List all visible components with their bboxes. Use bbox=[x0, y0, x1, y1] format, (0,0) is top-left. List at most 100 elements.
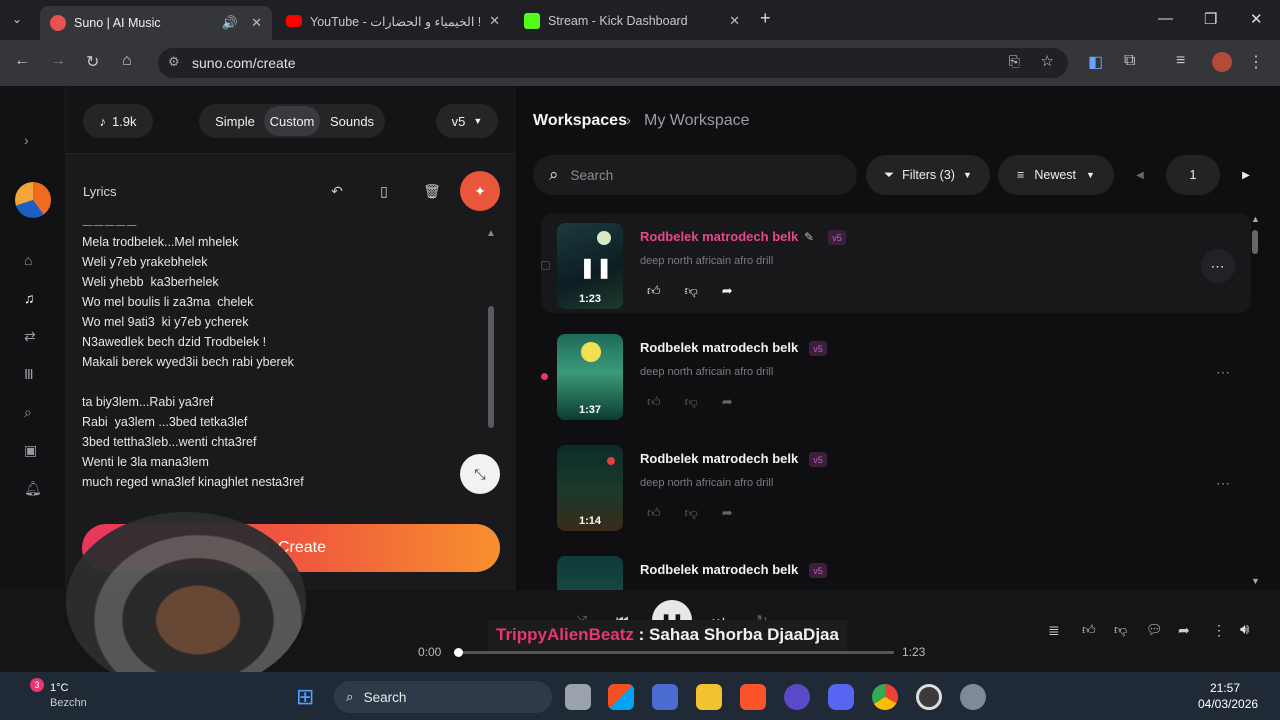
obs-icon[interactable] bbox=[916, 684, 942, 710]
tab-suno[interactable]: Suno | AI Music 🔊 ✕ bbox=[40, 6, 272, 40]
song-title[interactable]: Rodbelek matrodech belk bbox=[640, 562, 798, 577]
home-nav-icon[interactable]: ⌂ bbox=[24, 252, 32, 268]
create-nav-icon[interactable]: ♫ bbox=[24, 290, 35, 306]
player-more-icon[interactable]: ⋮ bbox=[1212, 622, 1226, 639]
song-cover[interactable]: 1:14 bbox=[557, 445, 623, 531]
bookmark-star-icon[interactable]: ☆ bbox=[1041, 52, 1054, 70]
restore-icon[interactable]: ❐ bbox=[1204, 10, 1217, 28]
extension-shield-icon[interactable]: ◧ bbox=[1088, 52, 1103, 72]
song-cover[interactable] bbox=[557, 556, 623, 590]
lyrics-scrollbar[interactable] bbox=[488, 306, 494, 428]
close-tab-icon[interactable]: ✕ bbox=[489, 13, 500, 29]
like-icon[interactable]: 👍︎ bbox=[647, 394, 661, 410]
dislike-icon[interactable]: 👎︎ bbox=[685, 505, 698, 521]
tab-search-icon[interactable]: ⌄ bbox=[12, 12, 22, 26]
weather-temp[interactable]: 1°C bbox=[50, 682, 68, 694]
pause-icon[interactable]: ❚❚ bbox=[579, 255, 613, 280]
back-icon[interactable]: ← bbox=[14, 52, 30, 70]
collapse-icon[interactable]: ⤡ bbox=[460, 454, 500, 494]
sort-button[interactable]: ≡ Newest ▼ bbox=[998, 155, 1114, 195]
browser-menu-icon[interactable]: ⋮ bbox=[1248, 52, 1264, 72]
clock-time[interactable]: 21:57 bbox=[1210, 681, 1240, 695]
media-control-icon[interactable]: ≡ bbox=[1176, 52, 1185, 70]
more-options-icon[interactable]: ⋯ bbox=[1216, 475, 1231, 492]
song-title[interactable]: Rodbelek matrodech belk bbox=[640, 340, 798, 355]
lyrics-textarea[interactable]: Mela trodbelek...Mel mhelek Weli y7eb yr… bbox=[82, 232, 482, 492]
settings-gear-icon[interactable] bbox=[960, 684, 986, 710]
suno-logo[interactable] bbox=[15, 182, 51, 218]
more-options-icon[interactable]: ⋯ bbox=[1201, 249, 1235, 283]
search-nav-icon[interactable]: ⌕ bbox=[24, 404, 32, 421]
queue-icon[interactable]: ≣ bbox=[1048, 622, 1060, 639]
share-icon[interactable]: ➦ bbox=[722, 394, 733, 410]
more-options-icon[interactable]: ⋯ bbox=[1216, 364, 1231, 381]
site-info-icon[interactable]: ⚙ bbox=[168, 54, 180, 70]
breadcrumb-root[interactable]: Workspaces bbox=[533, 112, 627, 130]
dislike-icon[interactable]: 👎︎ bbox=[685, 394, 698, 410]
like-icon[interactable]: 👍︎ bbox=[647, 505, 661, 521]
expand-sidebar-icon[interactable]: › bbox=[24, 132, 29, 148]
notifications-bell-icon[interactable]: 🔔︎ bbox=[24, 480, 42, 497]
profile-avatar[interactable] bbox=[1212, 52, 1232, 72]
song-title[interactable]: Rodbelek matrodech belk bbox=[640, 451, 798, 466]
clock-date[interactable]: 04/03/2026 bbox=[1198, 697, 1258, 711]
brave-icon[interactable] bbox=[740, 684, 766, 710]
apps-icon[interactable] bbox=[652, 684, 678, 710]
discord-icon[interactable] bbox=[828, 684, 854, 710]
list-scrollbar[interactable] bbox=[1252, 230, 1258, 254]
home-icon[interactable]: ⌂ bbox=[122, 52, 132, 70]
close-tab-icon[interactable]: ✕ bbox=[729, 13, 740, 29]
taskbar-search[interactable]: ⌕ Search bbox=[334, 681, 552, 713]
mode-sounds-tab[interactable]: Sounds bbox=[322, 104, 382, 138]
filters-button[interactable]: ⏷ Filters (3) ▼ bbox=[866, 155, 990, 195]
close-tab-icon[interactable]: ✕ bbox=[251, 15, 262, 31]
studio-nav-icon[interactable]: ⇄ bbox=[24, 328, 36, 345]
song-row-3[interactable]: 1:14 Rodbelek matrodech belk v5 deep nor… bbox=[541, 435, 1251, 535]
progress-track[interactable] bbox=[454, 648, 894, 657]
close-window-icon[interactable]: ✕ bbox=[1250, 10, 1263, 28]
scroll-up-icon[interactable]: ▲ bbox=[486, 228, 496, 239]
player-like-icon[interactable]: 👍︎ bbox=[1082, 622, 1096, 638]
prev-page-icon[interactable]: ◀ bbox=[1122, 155, 1158, 195]
song-cover[interactable]: 1:37 bbox=[557, 334, 623, 420]
comment-icon[interactable]: 💬︎ bbox=[1146, 622, 1163, 638]
song-row-4[interactable]: Rodbelek matrodech belk v5 bbox=[541, 546, 1251, 590]
like-icon[interactable]: 👍︎ bbox=[647, 283, 661, 299]
player-dislike-icon[interactable]: 👎︎ bbox=[1114, 622, 1127, 638]
speaker-icon[interactable]: 🔊 bbox=[222, 15, 238, 31]
task-view-icon[interactable] bbox=[565, 684, 591, 710]
store-icon[interactable] bbox=[608, 684, 634, 710]
model-select[interactable]: v5 ▼ bbox=[436, 104, 498, 138]
mode-simple-tab[interactable]: Simple bbox=[207, 104, 263, 138]
list-scroll-down-icon[interactable]: ▼ bbox=[1251, 576, 1260, 586]
list-scroll-up-icon[interactable]: ▲ bbox=[1251, 214, 1260, 224]
song-cover[interactable]: ❚❚ 1:23 bbox=[557, 223, 623, 309]
share-icon[interactable]: ➦ bbox=[722, 283, 733, 299]
share-icon[interactable]: ➦ bbox=[722, 505, 733, 521]
select-checkbox[interactable] bbox=[541, 261, 550, 270]
credits-badge[interactable]: ♪ 1.9k bbox=[83, 104, 153, 138]
bookmark-icon[interactable]: ▯ bbox=[369, 176, 399, 206]
install-app-icon[interactable]: ⎘ bbox=[1009, 53, 1020, 70]
reload-icon[interactable]: ↻ bbox=[86, 52, 99, 72]
library-nav-icon[interactable]: Ⅲ bbox=[24, 366, 34, 383]
address-bar[interactable]: ⚙ suno.com/create ⎘ ☆ bbox=[158, 48, 1068, 78]
song-row-1[interactable]: ❚❚ 1:23 Rodbelek matrodech belk ✎ v5 dee… bbox=[541, 213, 1251, 313]
player-share-icon[interactable]: ➦ bbox=[1178, 622, 1190, 639]
extensions-puzzle-icon[interactable]: ⧉ bbox=[1124, 52, 1135, 70]
minimize-icon[interactable]: — bbox=[1158, 10, 1173, 27]
tab-youtube[interactable]: YouTube - الخيمياء و الحضارات ! ✕ bbox=[276, 6, 510, 36]
forward-icon[interactable]: → bbox=[50, 52, 66, 70]
edit-pencil-icon[interactable]: ✎ bbox=[804, 230, 814, 244]
delete-icon[interactable]: 🗑︎ bbox=[417, 176, 447, 206]
undo-icon[interactable]: ↶ bbox=[322, 176, 352, 206]
dislike-icon[interactable]: 👎︎ bbox=[685, 283, 698, 299]
song-search-input[interactable]: ⌕ Search bbox=[533, 155, 857, 195]
page-number[interactable]: 1 bbox=[1166, 155, 1220, 195]
chrome-icon[interactable] bbox=[872, 684, 898, 710]
file-explorer-icon[interactable] bbox=[696, 684, 722, 710]
mode-custom-tab[interactable]: Custom bbox=[264, 106, 320, 136]
tab-kick[interactable]: Stream - Kick Dashboard ✕ bbox=[514, 6, 750, 36]
next-page-icon[interactable]: ▶ bbox=[1228, 155, 1264, 195]
new-tab-button[interactable]: + bbox=[760, 8, 771, 29]
